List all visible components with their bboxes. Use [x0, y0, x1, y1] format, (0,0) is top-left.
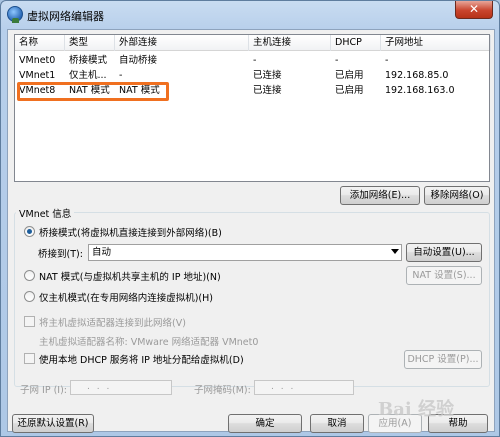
cell-subnet: 192.168.163.0	[385, 85, 455, 96]
use-dhcp-checkbox[interactable]	[24, 353, 35, 364]
table-row-vmnet1[interactable]: VMnet1 仅主机... - 已连接 已启用 192.168.85.0	[15, 69, 489, 83]
virtual-network-editor-window: 虚拟网络编辑器 ✕ 名称 类型 外部连接 主机连接 DHCP 子网地址 VMne…	[0, 0, 500, 437]
cell-host-connection: 已连接	[253, 85, 282, 96]
column-header-subnet[interactable]: 子网地址	[381, 35, 491, 51]
column-header-external[interactable]: 外部连接	[115, 35, 249, 51]
cell-type: 仅主机...	[69, 70, 107, 81]
cancel-button[interactable]: 取消	[310, 414, 364, 433]
column-header-name[interactable]: 名称	[15, 35, 65, 51]
connect-adapter-checkbox[interactable]	[24, 316, 35, 327]
cell-external: -	[119, 70, 123, 81]
cell-dhcp: 已启用	[335, 70, 364, 81]
dialog-client-area: 名称 类型 外部连接 主机连接 DHCP 子网地址 VMnet0 桥接模式 自动…	[7, 29, 495, 433]
vmware-app-icon	[7, 6, 23, 23]
subnet-ip-label: 子网 IP (I):	[20, 385, 67, 396]
subnet-mask-label: 子网掩码(M):	[194, 385, 251, 396]
cell-dhcp: 已启用	[335, 85, 364, 96]
bridged-mode-label[interactable]: 桥接模式(将虚拟机直接连接到外部网络)(B)	[39, 225, 222, 239]
nat-settings-button[interactable]: NAT 设置(S)...	[406, 266, 482, 285]
subnet-mask-input[interactable]: . . .	[254, 380, 354, 395]
auto-settings-button[interactable]: 自动设置(U)...	[406, 243, 482, 262]
bridged-to-label: 桥接到(T):	[38, 249, 83, 260]
bridged-to-select[interactable]: 自动	[88, 244, 402, 261]
remove-network-button[interactable]: 移除网络(O)	[424, 186, 490, 205]
cell-type: 桥接模式	[69, 55, 108, 66]
cell-dhcp: -	[335, 55, 339, 66]
vmnet-info-label: VMnet 信息	[16, 206, 75, 220]
column-header-type[interactable]: 类型	[65, 35, 115, 51]
connect-adapter-label[interactable]: 将主机虚拟适配器连接到此网络(V)	[39, 315, 186, 329]
host-only-radio[interactable]	[24, 291, 35, 302]
baidu-watermark: Bai 经验	[378, 399, 454, 420]
use-dhcp-label[interactable]: 使用本地 DHCP 服务将 IP 地址分配给虚拟机(D)	[39, 352, 244, 366]
nat-mode-radio[interactable]	[24, 270, 35, 281]
list-header: 名称 类型 外部连接 主机连接 DHCP 子网地址	[15, 35, 491, 51]
subnet-ip-input[interactable]: . . .	[70, 380, 172, 395]
table-row-vmnet0[interactable]: VMnet0 桥接模式 自动桥接 - - -	[15, 54, 489, 68]
ok-button[interactable]: 确定	[228, 414, 302, 433]
adapter-name-label: 主机虚拟适配器名称: VMware 网络适配器 VMnet0	[39, 337, 259, 348]
restore-defaults-button[interactable]: 还原默认设置(R)	[12, 414, 94, 433]
cell-host-connection: 已连接	[253, 70, 282, 81]
bridged-mode-radio[interactable]	[24, 226, 35, 237]
cell-subnet: 192.168.85.0	[385, 70, 449, 81]
nat-mode-label[interactable]: NAT 模式(与虚拟机共享主机的 IP 地址)(N)	[39, 269, 221, 283]
host-only-label[interactable]: 仅主机模式(在专用网络内连接虚拟机)(H)	[39, 290, 213, 304]
chevron-down-icon	[391, 249, 399, 254]
close-button[interactable]: ✕	[455, 1, 493, 19]
title-bar: 虚拟网络编辑器 ✕	[1, 1, 499, 29]
cell-name: VMnet0	[19, 55, 56, 66]
network-list[interactable]: 名称 类型 外部连接 主机连接 DHCP 子网地址 VMnet0 桥接模式 自动…	[14, 34, 491, 182]
cell-external: 自动桥接	[119, 55, 158, 66]
add-network-button[interactable]: 添加网络(E)...	[340, 186, 420, 205]
dhcp-settings-button[interactable]: DHCP 设置(P)...	[404, 350, 482, 369]
cell-host-connection: -	[253, 55, 257, 66]
column-header-host-connection[interactable]: 主机连接	[249, 35, 331, 51]
cell-name: VMnet1	[19, 70, 56, 81]
cell-subnet: -	[385, 55, 389, 66]
window-title: 虚拟网络编辑器	[27, 10, 104, 23]
vmnet8-highlight-box	[17, 82, 169, 101]
bridged-to-value: 自动	[92, 247, 112, 258]
column-header-dhcp[interactable]: DHCP	[331, 35, 381, 51]
